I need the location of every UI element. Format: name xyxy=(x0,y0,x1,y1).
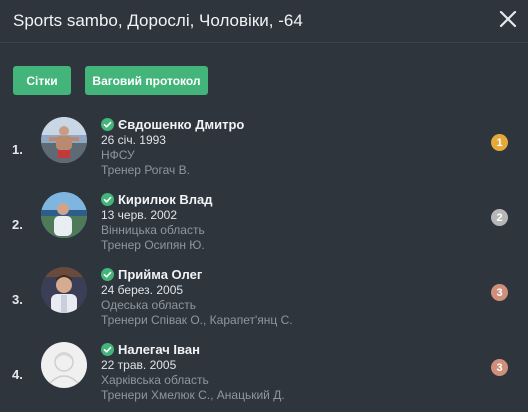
participant-rank: 4. xyxy=(12,367,23,382)
close-icon xyxy=(499,10,517,28)
participant-birthdate: 26 січ. 1993 xyxy=(101,133,166,147)
participant-rank: 2. xyxy=(12,217,23,232)
dialog-header: Sports sambo, Дорослі, Чоловіки, -64 xyxy=(0,0,528,43)
participant-name[interactable]: Кирилюк Влад xyxy=(118,192,212,207)
grids-button[interactable]: Сітки xyxy=(13,66,71,95)
avatar[interactable] xyxy=(41,342,87,388)
verified-check-icon xyxy=(101,193,114,206)
participant-coach: Тренери Співак О., Карапет'янц С. xyxy=(101,313,293,327)
bronze-medal-badge: 3 xyxy=(491,284,508,301)
gold-medal-badge: 1 xyxy=(491,134,508,151)
participant-birthdate: 13 черв. 2002 xyxy=(101,208,178,222)
participant-name[interactable]: Євдошенко Дмитро xyxy=(118,117,244,132)
avatar[interactable] xyxy=(41,267,87,313)
default-avatar-icon xyxy=(41,342,87,388)
participant-row[interactable]: 3. Прийма Олег 24 берез. 2005 Одеська об… xyxy=(0,267,528,337)
participant-coach: Тренер Рогач В. xyxy=(101,163,190,177)
avatar[interactable] xyxy=(41,192,87,238)
participant-row[interactable]: 1. Євдошенко Дмитро 26 січ. 1993 НФСУ Тр… xyxy=(0,117,528,187)
close-button[interactable] xyxy=(495,8,521,32)
participant-rank: 3. xyxy=(12,292,23,307)
dialog-title: Sports sambo, Дорослі, Чоловіки, -64 xyxy=(13,11,303,30)
bronze-medal-badge: 3 xyxy=(491,359,508,376)
participant-birthdate: 24 берез. 2005 xyxy=(101,283,184,297)
participant-name[interactable]: Прийма Олег xyxy=(118,267,202,282)
verified-check-icon xyxy=(101,343,114,356)
avatar[interactable] xyxy=(41,117,87,163)
participant-organization: НФСУ xyxy=(101,148,135,162)
weight-protocol-button[interactable]: Ваговий протокол xyxy=(85,66,208,95)
participant-coach: Тренер Осипян Ю. xyxy=(101,238,205,252)
participant-name[interactable]: Налегач Іван xyxy=(118,342,200,357)
participant-row[interactable]: 4. Налегач Іван 22 трав. 2005 Харківська… xyxy=(0,342,528,412)
silver-medal-badge: 2 xyxy=(491,209,508,226)
participant-organization: Одеська область xyxy=(101,298,196,312)
participant-organization: Харківська область xyxy=(101,373,209,387)
participant-row[interactable]: 2. Кирилюк Влад 13 черв. 2002 Вінницька … xyxy=(0,192,528,262)
participant-rank: 1. xyxy=(12,142,23,157)
participant-coach: Тренери Хмелюк С., Анацький Д. xyxy=(101,388,285,402)
verified-check-icon xyxy=(101,118,114,131)
participant-organization: Вінницька область xyxy=(101,223,205,237)
participant-birthdate: 22 трав. 2005 xyxy=(101,358,177,372)
verified-check-icon xyxy=(101,268,114,281)
